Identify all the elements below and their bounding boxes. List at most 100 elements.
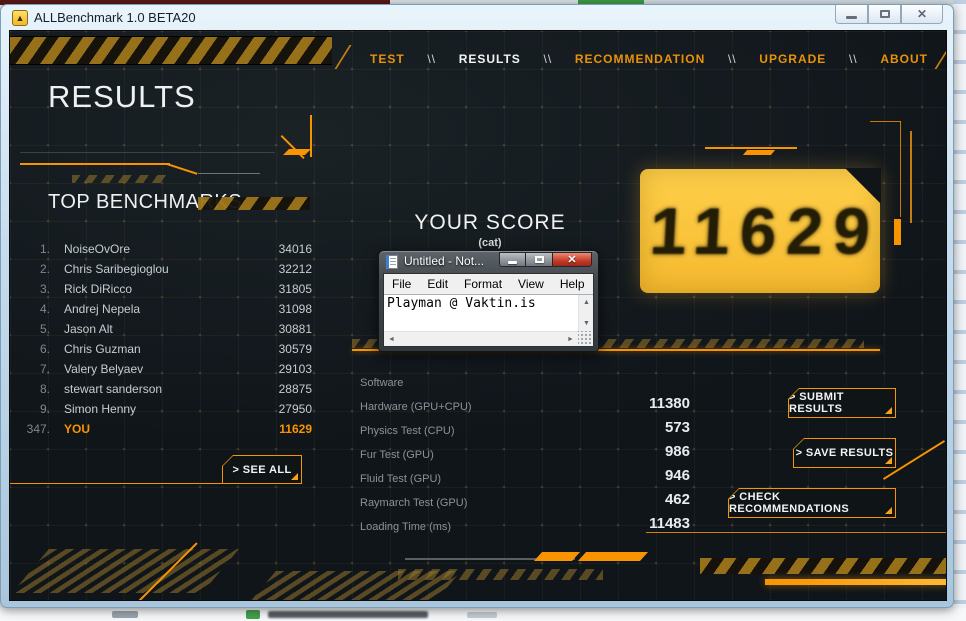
vertical-scrollbar[interactable]: ▲ ▼ <box>578 295 593 331</box>
rank: 1. <box>20 242 64 256</box>
user-name: Andrej Nepela <box>64 302 250 316</box>
app-icon: ▲ <box>12 10 28 26</box>
close-button[interactable]: ✕ <box>901 5 943 24</box>
nav-separator: \\ <box>728 52 737 66</box>
background-blob <box>467 612 497 618</box>
nav-item-recommendation[interactable]: RECOMMENDATION <box>575 52 705 66</box>
score: 30881 <box>250 322 312 336</box>
close-icon: ✕ <box>917 8 927 20</box>
user-name: Chris Saribegioglou <box>64 262 250 276</box>
deco-dash <box>283 149 311 155</box>
menu-edit[interactable]: Edit <box>419 274 456 294</box>
check-recommendations-button[interactable]: > CHECK RECOMMENDATIONS <box>728 488 896 518</box>
rank: 9. <box>20 402 64 416</box>
stat-value: 946 <box>665 467 690 484</box>
nav-item-upgrade[interactable]: UPGRADE <box>759 52 826 66</box>
score: 29103 <box>250 362 312 376</box>
scroll-left-icon[interactable]: ◄ <box>384 332 399 347</box>
corner-triangle-icon <box>885 407 892 414</box>
notepad-title: Untitled - Not... <box>404 254 484 268</box>
score: 30579 <box>250 342 312 356</box>
stat-label: Hardware (GPU+CPU) <box>360 401 472 413</box>
close-icon: ✕ <box>567 253 576 266</box>
horizontal-scrollbar[interactable]: ◄ ► <box>384 331 578 346</box>
menu-file[interactable]: File <box>384 274 419 294</box>
deco-line <box>20 152 275 153</box>
stat-row: Loading Time (ms) 11483 <box>360 513 690 537</box>
rank: 2. <box>20 262 64 276</box>
background-blob <box>268 611 428 618</box>
scroll-up-icon[interactable]: ▲ <box>579 295 594 310</box>
user-name: Valery Belyaev <box>64 362 250 376</box>
table-row: 2. Chris Saribegioglou 32212 <box>20 259 312 279</box>
nav-item-results[interactable]: RESULTS <box>459 52 521 66</box>
page-title: RESULTS <box>48 79 196 115</box>
notepad-minimize-button[interactable] <box>499 252 526 267</box>
background-blob <box>246 610 260 619</box>
notepad-icon <box>386 255 398 269</box>
nav-separator: \\ <box>427 52 436 66</box>
background-window-right <box>953 0 966 621</box>
score-box: 11629 <box>640 169 880 293</box>
stat-label: Fur Test (GPU) <box>360 449 434 461</box>
deco-line <box>910 131 912 223</box>
nav-item-about[interactable]: ABOUT <box>880 52 928 66</box>
corner-triangle-icon <box>885 457 892 464</box>
menu-help[interactable]: Help <box>552 274 593 294</box>
scroll-down-icon[interactable]: ▼ <box>579 316 594 331</box>
menu-view[interactable]: View <box>510 274 552 294</box>
see-all-button[interactable]: > SEE ALL <box>222 455 302 484</box>
resize-grip[interactable] <box>578 331 593 346</box>
maximize-button[interactable] <box>868 5 901 24</box>
table-row: 3. Rick DiRicco 31805 <box>20 279 312 299</box>
scroll-right-icon[interactable]: ► <box>563 332 578 347</box>
background-window-bottom <box>0 608 966 621</box>
deco-bar <box>765 579 947 585</box>
user-name: Jason Alt <box>64 322 250 336</box>
table-row: 5. Jason Alt 30881 <box>20 319 312 339</box>
check-label: > CHECK RECOMMENDATIONS <box>729 491 895 515</box>
deco-line <box>646 532 947 533</box>
app-titlebar[interactable]: ▲ ALLBenchmark 1.0 BETA20 ✕ <box>1 5 953 30</box>
deco-stripes <box>700 558 947 574</box>
deco-line <box>166 163 197 175</box>
table-row: 4. Andrej Nepela 31098 <box>20 299 312 319</box>
hazard-stripe-band <box>10 36 332 65</box>
stat-value: 573 <box>665 419 690 436</box>
menu-format[interactable]: Format <box>456 274 510 294</box>
score-value: 11629 <box>637 169 883 293</box>
rank: 4. <box>20 302 64 316</box>
stat-value: 11380 <box>649 395 690 412</box>
table-row: 8. stewart sanderson 28875 <box>20 379 312 399</box>
table-row: 6. Chris Guzman 30579 <box>20 339 312 359</box>
notepad-titlebar[interactable]: Untitled - Not... ✕ <box>379 251 598 273</box>
notepad-maximize-button[interactable] <box>526 252 553 267</box>
heading-stripes <box>198 197 310 210</box>
your-score-heading: YOUR SCORE <box>380 211 600 235</box>
notepad-text[interactable]: Playman @ Vaktin.is <box>387 296 536 311</box>
nav-item-test[interactable]: TEST <box>370 52 405 66</box>
score: 34016 <box>250 242 312 256</box>
background-blob <box>112 611 138 618</box>
table-row-you: 347. YOU 11629 <box>20 419 312 439</box>
save-label: > SAVE RESULTS <box>796 447 894 459</box>
score: 31805 <box>250 282 312 296</box>
user-name: Rick DiRicco <box>64 282 250 296</box>
deco-line <box>10 483 302 484</box>
deco-line <box>281 135 305 159</box>
notepad-close-button[interactable]: ✕ <box>553 252 592 267</box>
main-nav: TEST \\ RESULTS \\ RECOMMENDATION \\ UPG… <box>370 47 928 71</box>
stat-value: 11483 <box>649 515 690 532</box>
minimize-button[interactable] <box>835 5 868 24</box>
save-results-button[interactable]: > SAVE RESULTS <box>793 438 896 468</box>
stat-label: Fluid Test (GPU) <box>360 473 441 485</box>
deco-dash <box>743 150 775 155</box>
notepad-text-area[interactable]: Playman @ Vaktin.is ▲ ▼ ◄ ► <box>384 294 593 346</box>
user-name: NoiseOvOre <box>64 242 250 256</box>
stat-row: Fur Test (GPU) 986 <box>360 441 690 465</box>
score: 11629 <box>250 422 312 436</box>
rank: 3. <box>20 282 64 296</box>
maximize-icon <box>535 256 544 263</box>
submit-results-button[interactable]: > SUBMIT RESULTS <box>788 388 896 418</box>
score: 27950 <box>250 402 312 416</box>
